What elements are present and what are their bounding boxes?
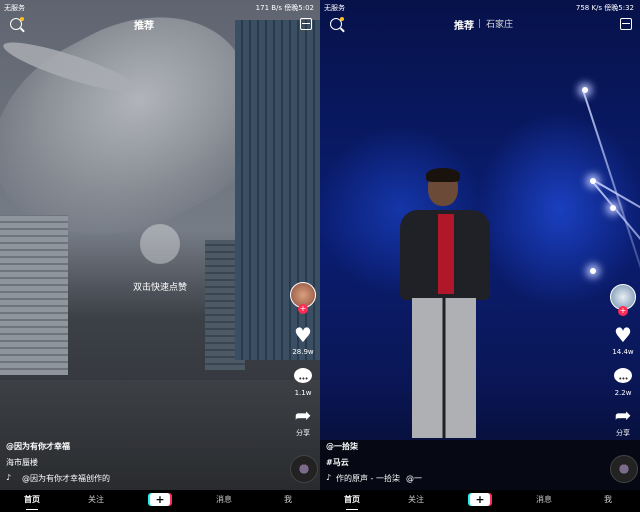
add-video-button[interactable]: + (150, 493, 170, 506)
scan-icon[interactable] (620, 18, 632, 30)
tab-messages[interactable]: 消息 (216, 494, 232, 505)
trousers (412, 298, 476, 438)
status-bar: 无服务 758 K/s 傍晚5:32 (320, 0, 640, 14)
stage-light (610, 205, 616, 211)
music-disc-icon[interactable] (610, 455, 638, 483)
add-video-button[interactable]: + (470, 493, 490, 506)
double-tap-indicator (140, 224, 180, 264)
music-note-icon: ♪ (326, 473, 332, 482)
share-action[interactable]: ➦ 分享 (283, 405, 320, 438)
top-nav: 推荐 石家庄 (320, 16, 640, 34)
author-name[interactable]: @一拾柒 (326, 441, 358, 452)
red-shirt (438, 214, 454, 294)
tab-me[interactable]: 我 (284, 494, 292, 505)
music-title[interactable]: 作的原声 - 一拾柒 (336, 473, 400, 484)
share-label: 分享 (296, 429, 310, 437)
heart-icon[interactable]: ♥ (283, 325, 320, 345)
speaker-figure (400, 168, 490, 450)
share-icon[interactable]: ➦ (603, 405, 640, 425)
video-caption[interactable]: #马云 (326, 457, 349, 468)
video-caption: 海市蜃楼 (6, 458, 38, 467)
music-disc-icon[interactable] (290, 455, 318, 483)
carrier-text: 无服务 (324, 4, 345, 12)
music-author[interactable]: @一 (406, 473, 422, 484)
tab-follow[interactable]: 关注 (88, 494, 104, 505)
author-avatar[interactable]: + (610, 284, 636, 316)
tab-follow[interactable]: 关注 (408, 494, 424, 505)
notification-dot (340, 17, 344, 21)
tab-city[interactable]: 石家庄 (486, 17, 513, 30)
status-right: 758 K/s 傍晚5:32 (575, 4, 634, 12)
bottom-tab-bar: 首页 关注 + 消息 我 (0, 490, 320, 512)
tab-divider (479, 19, 480, 28)
author-avatar[interactable]: + (290, 282, 316, 314)
follow-plus-icon[interactable]: + (298, 304, 308, 314)
bottom-tab-bar: 首页 关注 + 消息 我 (320, 490, 640, 512)
comment-action[interactable]: 2.2w (603, 366, 640, 397)
stage-light (582, 87, 588, 93)
tab-home[interactable]: 首页 (24, 494, 40, 510)
carrier-text: 无服务 (4, 4, 25, 12)
like-action[interactable]: ♥ 14.4w (603, 325, 640, 356)
stage-light (590, 268, 596, 274)
like-count: 28.9w (292, 348, 314, 356)
heart-icon[interactable]: ♥ (603, 325, 640, 345)
status-bar: 无服务 171 B/s 傍晚5:02 (0, 0, 320, 14)
comment-action[interactable]: 1.1w (283, 366, 320, 397)
share-action[interactable]: ➦ 分享 (603, 405, 640, 438)
tab-me[interactable]: 我 (604, 494, 612, 505)
comment-count: 1.1w (294, 389, 312, 397)
screenshot-pair: 无服务 171 B/s 傍晚5:02 推荐 双击快速点赞 + ♥ 28.9w 1… (0, 0, 640, 512)
tab-messages[interactable]: 消息 (536, 494, 552, 505)
building-left (0, 215, 68, 375)
double-tap-hint: 双击快速点赞 (133, 283, 188, 293)
stage-light (590, 178, 596, 184)
hair (426, 168, 460, 182)
music-note-icon: ♪ (6, 473, 12, 482)
notification-dot (20, 17, 24, 21)
follow-plus-icon[interactable]: + (618, 306, 628, 316)
scan-icon[interactable] (300, 18, 312, 30)
top-nav: 推荐 (0, 16, 320, 34)
share-icon[interactable]: ➦ (283, 405, 320, 425)
comment-icon[interactable] (614, 368, 632, 389)
comment-count: 2.2w (614, 389, 632, 397)
share-label: 分享 (616, 429, 630, 437)
music-title[interactable]: @因为有你才幸福创作的 (22, 473, 110, 484)
status-right: 171 B/s 傍晚5:02 (255, 4, 314, 12)
tab-recommend[interactable]: 推荐 (454, 17, 474, 32)
comment-icon[interactable] (294, 368, 312, 389)
tab-home[interactable]: 首页 (344, 494, 360, 510)
video-feed-left[interactable]: 无服务 171 B/s 傍晚5:02 推荐 双击快速点赞 + ♥ 28.9w 1… (0, 0, 320, 512)
tab-recommend[interactable]: 推荐 (134, 17, 154, 32)
author-name[interactable]: @因为有你才幸福 (6, 441, 70, 452)
like-count: 14.4w (612, 348, 634, 356)
like-action[interactable]: ♥ 28.9w (283, 325, 320, 356)
